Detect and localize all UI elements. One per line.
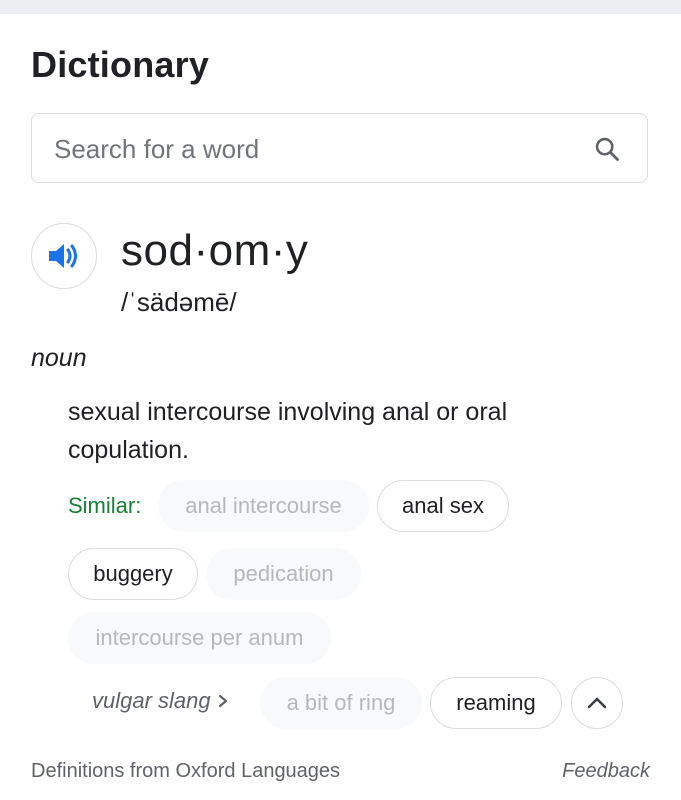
- similar-chip[interactable]: pedication: [206, 548, 361, 600]
- source-attribution[interactable]: Definitions from Oxford Languages: [31, 760, 340, 783]
- search-input[interactable]: [54, 132, 574, 166]
- vulgar-slang-label: vulgar slang: [92, 688, 229, 714]
- chevron-right-icon: [218, 694, 227, 708]
- definition-text: sexual intercourse involving anal or ora…: [68, 398, 508, 464]
- pronunciation-button[interactable]: [31, 223, 97, 289]
- collapse-button[interactable]: [571, 677, 623, 729]
- search-icon[interactable]: [593, 135, 621, 163]
- headword: sod·om·y: [121, 226, 309, 275]
- similar-chip[interactable]: buggery: [68, 548, 198, 600]
- page-title: Dictionary: [31, 44, 210, 85]
- similar-chip[interactable]: anal sex: [377, 480, 509, 532]
- speaker-icon: [49, 244, 77, 268]
- top-bar: [0, 0, 681, 14]
- similar-label: Similar:: [68, 493, 142, 518]
- phonetic-spelling: /ˈsädəmē/: [121, 287, 237, 317]
- vulgar-slang-text: vulgar slang: [92, 688, 211, 713]
- chevron-up-icon: [587, 697, 607, 709]
- search-box[interactable]: [31, 113, 648, 183]
- similar-chip[interactable]: anal intercourse: [158, 480, 369, 532]
- feedback-link[interactable]: Feedback: [562, 760, 650, 783]
- similar-chip[interactable]: intercourse per anum: [68, 612, 331, 664]
- similar-chip[interactable]: reaming: [430, 677, 562, 729]
- similar-chip[interactable]: a bit of ring: [260, 677, 422, 729]
- part-of-speech: noun: [31, 344, 87, 372]
